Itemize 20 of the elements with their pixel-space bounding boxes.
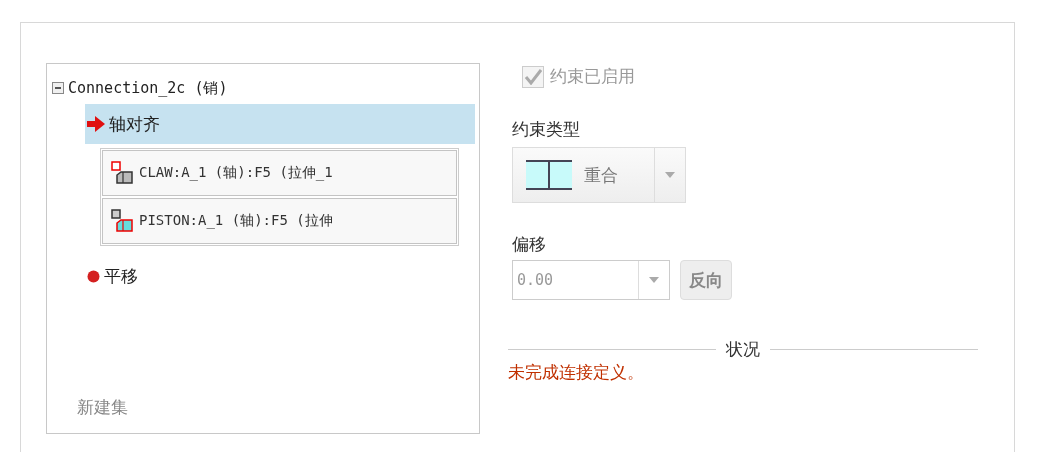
- caret-icon: [665, 172, 675, 178]
- reference-item[interactable]: CLAW:A_1 (轴):F5 (拉伸_1: [102, 150, 457, 196]
- section-title: 状况: [726, 338, 760, 361]
- check-icon: [524, 68, 542, 85]
- tree-item[interactable]: 轴对齐: [85, 104, 475, 144]
- dot-icon: [87, 269, 100, 283]
- tree-item[interactable]: Connection_2c (销): [68, 78, 228, 98]
- new-set-link[interactable]: 新建集: [77, 396, 128, 419]
- status-message: 未完成连接定义。: [508, 361, 644, 384]
- caret-icon: [649, 277, 659, 283]
- parts-icon: [111, 161, 135, 185]
- tree-item[interactable]: 平移: [85, 256, 475, 296]
- collapse-icon[interactable]: [52, 82, 64, 94]
- coincident-icon: [526, 159, 572, 191]
- parts-icon: [111, 209, 135, 233]
- constraint-type-dropdown[interactable]: 重合: [512, 147, 686, 203]
- arrow-icon: [87, 116, 105, 132]
- reference-item[interactable]: PISTON:A_1 (轴):F5 (拉伸: [102, 198, 457, 244]
- field-label: 约束类型: [512, 118, 580, 141]
- field-label: 偏移: [512, 233, 546, 256]
